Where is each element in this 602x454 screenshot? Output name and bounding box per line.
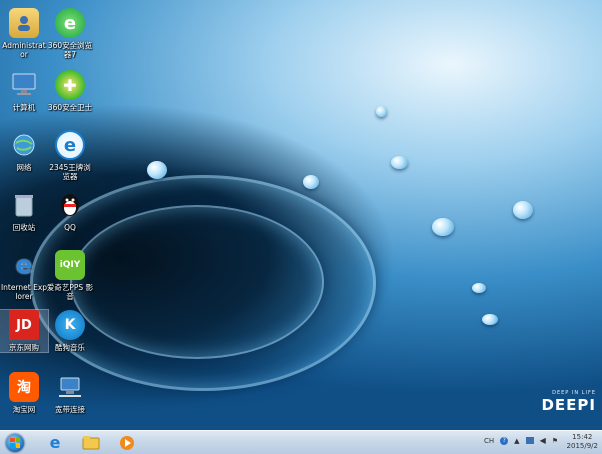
desktop-icon-qq[interactable]: QQ (46, 190, 94, 232)
desktop-icon-label: Internet Explorer (0, 283, 48, 301)
broadband-icon (55, 372, 85, 402)
wallpaper-brand: DEEP IN LIFE DEEPI (541, 390, 596, 414)
clock-time: 15:42 (572, 433, 593, 441)
2345-browser-icon: e (55, 130, 85, 160)
360-browser-icon: e (55, 8, 85, 38)
desktop-icon-360-browser[interactable]: e 360安全浏览器7 (46, 8, 94, 59)
desktop-icon-label: 计算机 (12, 103, 36, 112)
desktop-icon-360-safeguard[interactable]: ✚ 360安全卫士 (46, 70, 94, 112)
clock[interactable]: 15:42 2015/9/2 (567, 433, 598, 451)
desktop-icon-label: 网络 (16, 163, 32, 172)
network-status-icon[interactable] (525, 437, 534, 444)
taskbar-internet-explorer[interactable]: e (40, 432, 70, 453)
volume-icon[interactable]: ◀ (540, 436, 546, 445)
iqiyi-icon: iQIY (55, 250, 85, 280)
desktop-icon-label: 宽带连接 (55, 405, 85, 414)
desktop-icon-label: 爱奇艺PPS 影音 (46, 283, 94, 301)
brand-name: DEEPI (541, 396, 596, 414)
windows-logo-icon (6, 433, 24, 452)
tray-arrow-icon[interactable]: ▲ (514, 437, 519, 445)
user-folder-icon (9, 8, 39, 38)
explorer-folder-icon (82, 436, 100, 450)
computer-icon (9, 70, 39, 100)
desktop-icon-label: Administrator (2, 41, 46, 59)
desktop-icon-recycle-bin[interactable]: 回收站 (0, 190, 48, 232)
desktop-icon-label: 酷狗音乐 (55, 343, 85, 352)
desktop-icon-computer[interactable]: 计算机 (0, 70, 48, 112)
wallpaper-droplet (147, 161, 167, 179)
brand-tagline: DEEP IN LIFE (552, 390, 596, 396)
recycle-bin-icon (9, 190, 39, 220)
wallpaper-droplet (391, 156, 408, 169)
desktop-icon-network[interactable]: 网络 (0, 130, 48, 172)
help-icon[interactable]: ? (500, 436, 509, 445)
desktop[interactable]: Administrator e 360安全浏览器7 计算机 ✚ 360安全卫士 … (0, 0, 602, 430)
start-button[interactable] (2, 432, 28, 453)
taskbar-explorer-folder[interactable] (76, 432, 106, 453)
taskbar: e CH ? ▲ ◀ ⚑ 15:42 2015/9/2 (0, 430, 602, 454)
desktop-icon-2345-browser[interactable]: e 2345王牌浏览器 (46, 130, 94, 181)
desktop-icon-internet-explorer[interactable]: e Internet Explorer (0, 250, 48, 301)
desktop-icon-label: QQ (64, 223, 76, 232)
wallpaper-droplet (432, 218, 454, 236)
clock-date: 2015/9/2 (566, 442, 598, 450)
jd-icon: JD (9, 310, 39, 340)
desktop-icon-label: 淘宝网 (12, 405, 36, 414)
desktop-icon-broadband[interactable]: 宽带连接 (46, 372, 94, 414)
desktop-icon-label: 2345王牌浏览器 (49, 163, 91, 181)
internet-explorer-icon: e (15, 251, 33, 279)
wallpaper-droplet (303, 175, 319, 189)
desktop-icon-label: 京东网购 (9, 343, 39, 352)
desktop-icon-label: 360安全浏览器7 (47, 41, 93, 59)
desktop-icon-taobao[interactable]: 淘 淘宝网 (0, 372, 48, 414)
wallpaper-droplet (513, 201, 533, 219)
taskbar-media-player[interactable] (112, 432, 142, 453)
kugou-icon: K (55, 310, 85, 340)
desktop-icon-label: 360安全卫士 (47, 103, 93, 112)
media-player-icon (120, 435, 134, 450)
internet-explorer-icon: e (49, 433, 61, 452)
desktop-icon-iqiyi[interactable]: iQIY 爱奇艺PPS 影音 (46, 250, 94, 301)
language-indicator[interactable]: CH (484, 437, 494, 445)
360-safeguard-icon: ✚ (55, 70, 85, 100)
desktop-icon-jd[interactable]: JD 京东网购 (0, 309, 49, 353)
wallpaper-droplet (376, 106, 387, 117)
system-tray: CH ? ▲ ◀ ⚑ (484, 436, 558, 445)
desktop-icon-label: 回收站 (12, 223, 36, 232)
desktop-icon-administrator[interactable]: Administrator (0, 8, 48, 59)
wallpaper-droplet (482, 314, 498, 325)
desktop-icon-kugou[interactable]: K 酷狗音乐 (46, 310, 94, 352)
notification-icon[interactable]: ⚑ (552, 437, 558, 445)
wallpaper-water-ring-inner (70, 205, 324, 359)
taobao-icon: 淘 (9, 372, 39, 402)
qq-icon (55, 190, 85, 220)
wallpaper-droplet (472, 283, 486, 293)
network-icon (9, 130, 39, 160)
